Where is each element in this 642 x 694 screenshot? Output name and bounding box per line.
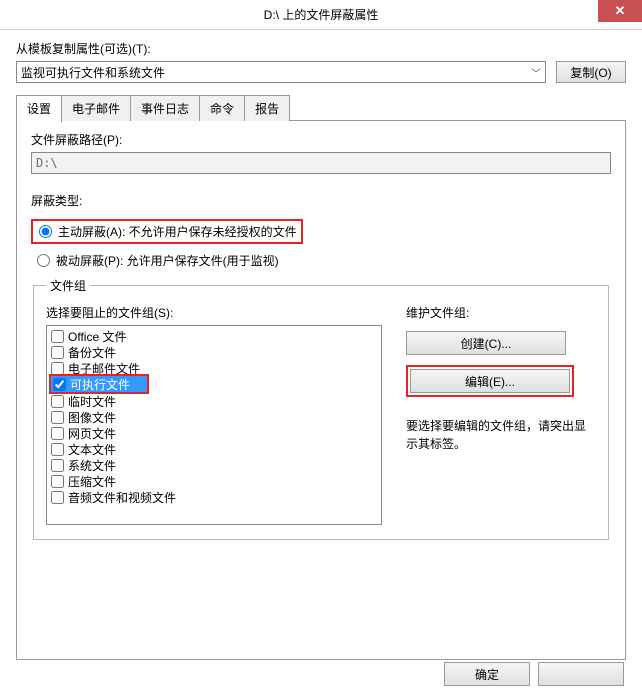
radio-active-label: 主动屏蔽(A): 不允许用户保存未经授权的文件 (58, 223, 297, 240)
list-item[interactable]: 系统文件 (49, 458, 379, 474)
group-label: 备份文件 (68, 344, 116, 361)
group-checkbox[interactable] (51, 411, 64, 424)
group-checkbox[interactable] (51, 346, 64, 359)
screen-type-label: 屏蔽类型: (31, 192, 611, 209)
edit-group-button[interactable]: 编辑(E)... (410, 369, 570, 393)
group-label: Office 文件 (68, 328, 126, 345)
group-checkbox[interactable] (51, 395, 64, 408)
group-label: 系统文件 (68, 457, 116, 474)
group-label: 压缩文件 (68, 473, 116, 490)
radio-passive-row: 被动屏蔽(P): 允许用户保存文件(用于监视) (31, 252, 611, 269)
list-item[interactable]: 网页文件 (49, 426, 379, 442)
select-group-label: 选择要阻止的文件组(S): (46, 304, 382, 321)
template-select[interactable]: 监视可执行文件和系统文件 ﹀ (16, 61, 546, 83)
template-row: 从模板复制属性(可选)(T): 监视可执行文件和系统文件 ﹀ 复制(O) (16, 40, 626, 83)
titlebar: D:\ 上的文件屏蔽属性 ✕ (0, 0, 642, 30)
tab-2[interactable]: 事件日志 (130, 95, 200, 121)
list-item[interactable]: 可执行文件 (51, 376, 147, 392)
group-label: 图像文件 (68, 409, 116, 426)
tab-3[interactable]: 命令 (199, 95, 245, 121)
window-body: 从模板复制属性(可选)(T): 监视可执行文件和系统文件 ﹀ 复制(O) 设置电… (0, 30, 642, 694)
tab-1[interactable]: 电子邮件 (61, 95, 131, 121)
edit-hint: 要选择要编辑的文件组，请突出显示其标签。 (406, 417, 596, 453)
list-item[interactable]: 图像文件 (49, 410, 379, 426)
radio-active-row: 主动屏蔽(A): 不允许用户保存未经授权的文件 (31, 219, 611, 244)
group-checkbox[interactable] (51, 443, 64, 456)
group-label: 网页文件 (68, 425, 116, 442)
list-item[interactable]: 压缩文件 (49, 474, 379, 490)
path-value: D:\ (36, 156, 58, 170)
path-input: D:\ (31, 152, 611, 174)
bottom-button-bar: 确定 (444, 662, 624, 686)
ok-button[interactable]: 确定 (444, 662, 530, 686)
list-item[interactable]: 临时文件 (49, 394, 379, 410)
template-select-value: 监视可执行文件和系统文件 (21, 64, 165, 81)
tab-4[interactable]: 报告 (244, 95, 290, 121)
tabs: 设置电子邮件事件日志命令报告 文件屏蔽路径(P): D:\ 屏蔽类型: 主动屏蔽… (16, 95, 626, 661)
chevron-down-icon: ﹀ (531, 65, 541, 80)
group-checkbox[interactable] (51, 475, 64, 488)
file-groups-legend: 文件组 (46, 277, 90, 294)
maintain-label: 维护文件组: (406, 304, 596, 321)
file-groups-fieldset: 文件组 选择要阻止的文件组(S): Office 文件备份文件电子邮件文件可执行… (33, 277, 609, 540)
group-checkbox[interactable] (53, 378, 66, 391)
list-item[interactable]: Office 文件 (49, 328, 379, 344)
group-label: 可执行文件 (70, 376, 130, 393)
radio-passive-label: 被动屏蔽(P): 允许用户保存文件(用于监视) (56, 252, 279, 269)
group-checkbox[interactable] (51, 362, 64, 375)
tab-0[interactable]: 设置 (16, 95, 62, 122)
window-title: D:\ 上的文件屏蔽属性 (0, 6, 642, 23)
cancel-button[interactable] (538, 662, 624, 686)
group-label: 临时文件 (68, 393, 116, 410)
create-group-button[interactable]: 创建(C)... (406, 331, 566, 355)
path-label: 文件屏蔽路径(P): (31, 131, 611, 148)
radio-passive[interactable] (37, 254, 50, 267)
copy-button[interactable]: 复制(O) (556, 61, 626, 83)
list-item[interactable]: 备份文件 (49, 344, 379, 360)
list-item[interactable]: 音频文件和视频文件 (49, 490, 379, 506)
group-label: 文本文件 (68, 441, 116, 458)
group-checkbox[interactable] (51, 491, 64, 504)
template-label: 从模板复制属性(可选)(T): (16, 40, 626, 57)
groups-listbox[interactable]: Office 文件备份文件电子邮件文件可执行文件临时文件图像文件网页文件文本文件… (46, 325, 382, 525)
radio-active[interactable] (39, 225, 52, 238)
close-icon: ✕ (615, 3, 626, 19)
tab-panel-settings: 文件屏蔽路径(P): D:\ 屏蔽类型: 主动屏蔽(A): 不允许用户保存未经授… (16, 120, 626, 660)
close-button[interactable]: ✕ (598, 0, 642, 22)
group-checkbox[interactable] (51, 330, 64, 343)
group-checkbox[interactable] (51, 427, 64, 440)
group-label: 音频文件和视频文件 (68, 489, 176, 506)
list-item[interactable]: 文本文件 (49, 442, 379, 458)
group-checkbox[interactable] (51, 459, 64, 472)
